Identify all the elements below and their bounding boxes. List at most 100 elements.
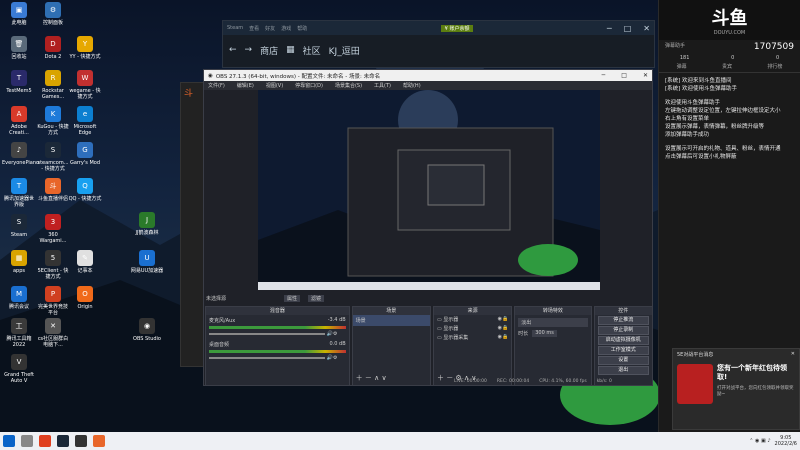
desktop-icon[interactable]: 🗑 回收站 [2, 36, 36, 60]
source-item[interactable]: ▭ 显示器采集 ◉🔒 [434, 333, 511, 342]
desktop-icon[interactable]: Y YY - 快捷方式 [68, 36, 102, 60]
desktop-icon[interactable]: ✕ cs社区服群白电脑下... [36, 318, 70, 348]
desktop-icon[interactable]: D Dota 2 [36, 36, 70, 60]
steam-store-window[interactable]: Steam 查看 好友 游戏 帮助 ¥ 账户余额 ─ □ ✕ ← → 商店 ▦ … [222, 20, 655, 68]
add-icon[interactable]: ＋ [356, 374, 363, 382]
desktop-icon[interactable]: O Origin [68, 286, 102, 310]
desktop-icon[interactable]: 5 5EClient - 快捷方式 [36, 250, 70, 280]
gear-icon[interactable]: ⚙ [333, 331, 337, 337]
scene-item[interactable]: 场景 [352, 315, 430, 326]
obs-preview[interactable] [258, 90, 600, 290]
desktop-icon[interactable]: e Microsoft Edge [68, 106, 102, 136]
desktop-icon[interactable]: V Grand Theft Auto V [2, 354, 36, 384]
obs-menu-help[interactable]: 帮助(H) [403, 82, 421, 89]
desktop-icon[interactable]: ◉ OBS Studio [130, 318, 164, 342]
volume-slider[interactable] [209, 333, 326, 335]
desktop-icon[interactable]: Ssteamcom... - 快捷方式 [36, 142, 70, 172]
desktop-icon[interactable]: P 完美世界竞技平台 [36, 286, 70, 316]
desktop-icon[interactable]: ▦ apps [2, 250, 36, 274]
obs-menu-tools[interactable]: 工具(T) [374, 82, 391, 89]
desktop-icon[interactable]: R Rockstar Games... [36, 70, 70, 100]
close-icon[interactable]: ✕ [643, 24, 650, 33]
eye-icon[interactable]: ◉🔒 [498, 334, 509, 340]
desktop-icon[interactable]: ▣ 此电脑 [2, 2, 36, 26]
search-icon[interactable] [21, 435, 33, 447]
desktop-icon[interactable]: U 网易UU加速器 [130, 250, 164, 274]
up-icon[interactable]: ∧ [374, 374, 379, 382]
nav-community[interactable]: 社区 [303, 44, 321, 57]
obs-icon[interactable] [75, 435, 87, 447]
desktop-icon[interactable]: G Garry's Mod [68, 142, 102, 166]
down-icon[interactable]: ∨ [382, 374, 387, 382]
desktop-icon[interactable]: 3 360 Wargami... [36, 214, 70, 244]
desktop-icon[interactable]: T TestMem5 [2, 70, 36, 94]
eye-icon[interactable]: ◉🔒 [498, 325, 509, 331]
volume-slider[interactable] [209, 357, 326, 359]
stop-recording-button[interactable]: 停止录制 [597, 326, 649, 335]
steam-menu-4[interactable]: 帮助 [297, 25, 307, 32]
steam-menu-2[interactable]: 好友 [265, 25, 275, 32]
nav-profile[interactable]: KJ_逗田 [329, 44, 360, 57]
room-header: 弹幕助手 1707509 [659, 40, 800, 54]
desktop-icon[interactable]: Wwegame - 快捷方式 [68, 70, 102, 100]
forward-arrow-icon[interactable]: → [245, 45, 253, 55]
obs-menu-edit[interactable]: 编辑(E) [237, 82, 254, 89]
desktop-icon[interactable]: 斗斗鱼直播伴侣 [36, 178, 70, 202]
desktop-icon[interactable]: ⚙ 控制面板 [36, 2, 70, 26]
steam-menu-3[interactable]: 游戏 [281, 25, 291, 32]
maximize-icon[interactable]: □ [624, 24, 632, 33]
eye-icon[interactable]: ◉🔒 [498, 316, 509, 322]
source-item[interactable]: ▭ 显示器 ◉🔒 [434, 315, 511, 324]
desktop-icon[interactable]: S Steam [2, 214, 36, 238]
steam-menu-1[interactable]: 查看 [249, 25, 259, 32]
chrome-icon[interactable] [39, 435, 51, 447]
obs-maximize-icon[interactable]: □ [621, 72, 627, 79]
steam-menu-0[interactable]: Steam [227, 25, 243, 31]
desktop-icon[interactable]: T 腾讯加速器世界版 [2, 178, 36, 208]
douyu-icon[interactable] [93, 435, 105, 447]
desktop-icon[interactable]: 工腾讯工具箱 2022 [2, 318, 36, 348]
windows-start-icon[interactable] [3, 435, 15, 447]
obs-menu-view[interactable]: 视图(V) [266, 82, 283, 89]
obs-menu-file[interactable]: 文件(F) [208, 82, 225, 89]
source-item[interactable]: ▭ 显示器 ◉🔒 [434, 324, 511, 333]
transition-select[interactable]: 淡出 [518, 318, 588, 327]
desktop-icon[interactable]: ♪ EveryonePiano [2, 142, 39, 166]
tab-rank[interactable]: 排行榜 [767, 63, 782, 70]
stop-streaming-button[interactable]: 停止推流 [597, 316, 649, 325]
remove-icon[interactable]: － [365, 374, 372, 382]
tab-danmaku[interactable]: 弹幕 [677, 63, 687, 70]
back-arrow-icon[interactable]: ← [229, 45, 237, 55]
nav-library-icon[interactable]: ▦ [286, 45, 295, 55]
exit-button[interactable]: 退出 [597, 366, 649, 375]
filters-button[interactable]: 滤镜 [308, 295, 325, 302]
obs-menu-docks[interactable]: 停靠窗口(D) [295, 82, 323, 89]
obs-menu-scenecollection[interactable]: 场景集合(S) [335, 82, 362, 89]
duration-input[interactable]: 300 ms [532, 330, 557, 337]
obs-minimize-icon[interactable]: ─ [602, 72, 606, 79]
clock[interactable]: 9:05 2022/2/6 [775, 435, 797, 447]
tray-icons[interactable]: ⌃ ◉ ▣ ♪ [749, 438, 770, 444]
virtual-camera-button[interactable]: 启动虚拟摄像机 [597, 336, 649, 345]
nav-store[interactable]: 商店 [260, 44, 278, 57]
tab-vip[interactable]: 贵宾 [722, 63, 732, 70]
desktop-icon[interactable]: ✎ 记事本 [68, 250, 102, 274]
add-icon[interactable]: ＋ [437, 374, 444, 382]
steam-icon[interactable] [57, 435, 69, 447]
notif-close-icon[interactable]: ✕ [791, 351, 795, 358]
studio-mode-button[interactable]: 工作室模式 [597, 346, 649, 355]
obs-window[interactable]: ◉ OBS 27.1.3 (64-bit, windows) - 配置文件: 未… [203, 69, 653, 386]
desktop-icon[interactable]: A Adobe Creati... [2, 106, 36, 136]
settings-button[interactable]: 设置 [597, 356, 649, 365]
gear-icon[interactable]: ⚙ [333, 355, 337, 361]
obs-close-icon[interactable]: ✕ [643, 72, 648, 79]
desktop-icon[interactable]: M 腾讯会议 [2, 286, 36, 310]
desktop-icon[interactable]: Q QQ - 快捷方式 [68, 178, 102, 202]
desktop-icon[interactable]: J JJ鹤波森林 [130, 212, 164, 236]
account-balance[interactable]: ¥ 账户余额 [440, 24, 474, 32]
remove-icon[interactable]: － [446, 374, 453, 382]
properties-button[interactable]: 属性 [284, 295, 301, 302]
minimize-icon[interactable]: ─ [607, 24, 612, 33]
desktop-icon[interactable]: K KuGou - 快捷方式 [36, 106, 70, 136]
notification-popup[interactable]: 5E对战平台消息 ✕ 您有一个新年红包待领取! 打开对战平台，您向红包领取并领取… [672, 348, 800, 430]
